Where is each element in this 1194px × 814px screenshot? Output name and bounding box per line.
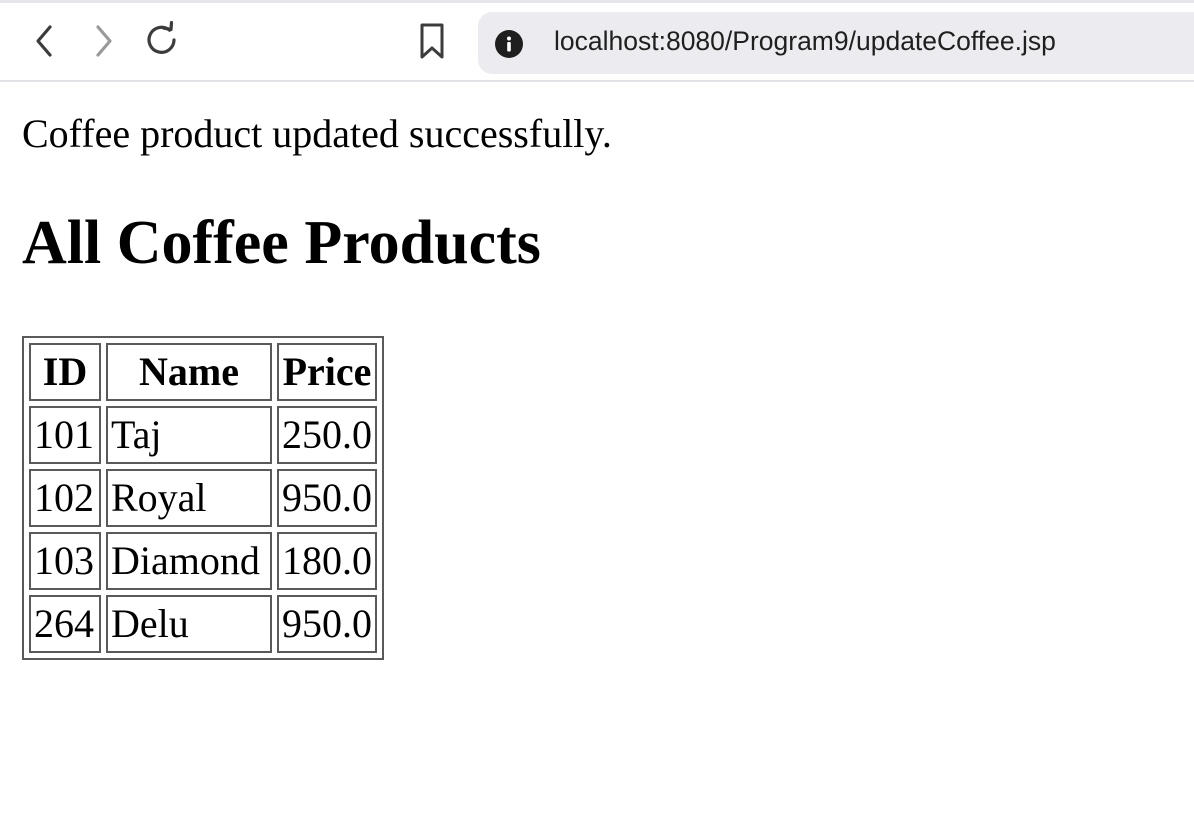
cell-price: 950.0 [277, 469, 377, 527]
info-icon[interactable] [495, 30, 523, 58]
table-row: 102 Royal 950.0 [29, 469, 377, 527]
back-button[interactable] [24, 21, 64, 61]
table-row: 103 Diamond 180.0 [29, 532, 377, 590]
reload-button[interactable] [143, 21, 183, 61]
cell-name: Taj [106, 406, 272, 464]
address-bar[interactable]: localhost:8080/Program9/updateCoffee.jsp [478, 12, 1194, 74]
cell-price: 950.0 [277, 595, 377, 653]
cell-name: Diamond [106, 532, 272, 590]
cell-name: Delu [106, 595, 272, 653]
table-header-row: ID Name Price [29, 343, 377, 401]
cell-id: 101 [29, 406, 101, 464]
status-message: Coffee product updated successfully. [22, 111, 612, 156]
cell-id: 103 [29, 532, 101, 590]
chevron-left-icon [36, 25, 52, 57]
column-header-price: Price [277, 343, 377, 401]
page-title: All Coffee Products [22, 209, 541, 277]
cell-name: Royal [106, 469, 272, 527]
forward-button[interactable] [84, 21, 124, 61]
table-row: 101 Taj 250.0 [29, 406, 377, 464]
bookmark-icon [420, 23, 444, 59]
chevron-right-icon [96, 25, 112, 57]
table-row: 264 Delu 950.0 [29, 595, 377, 653]
cell-id: 264 [29, 595, 101, 653]
column-header-id: ID [29, 343, 101, 401]
url-text[interactable]: localhost:8080/Program9/updateCoffee.jsp [554, 26, 1056, 57]
cell-price: 250.0 [277, 406, 377, 464]
column-header-name: Name [106, 343, 272, 401]
coffee-products-table: ID Name Price 101 Taj 250.0 102 Royal 95… [22, 336, 384, 660]
reload-icon [147, 21, 176, 54]
browser-toolbar: localhost:8080/Program9/updateCoffee.jsp [0, 0, 1194, 82]
cell-price: 180.0 [277, 532, 377, 590]
cell-id: 102 [29, 469, 101, 527]
bookmark-button[interactable] [412, 21, 452, 61]
